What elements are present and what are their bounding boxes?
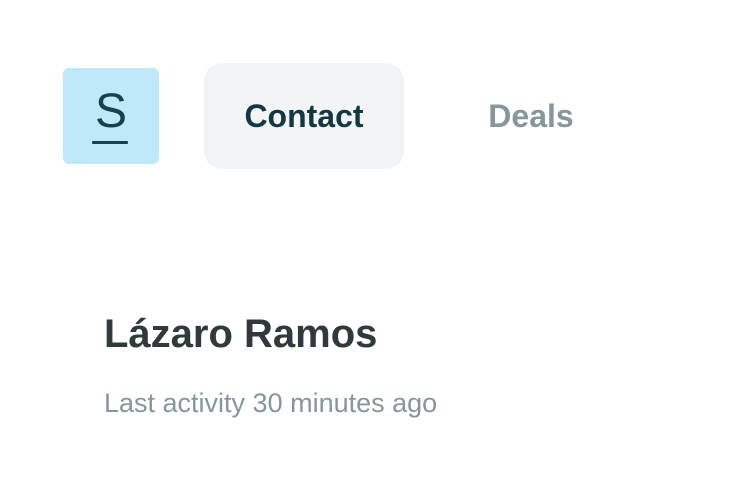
panel-header: S Contact Deals xyxy=(63,63,703,169)
logo-underline xyxy=(92,141,128,144)
tab-contact-label: Contact xyxy=(244,97,364,134)
last-activity-text: Last activity 30 minutes ago xyxy=(104,388,438,418)
tab-deals[interactable]: Deals xyxy=(443,63,619,169)
contact-name: Lázaro Ramos xyxy=(104,312,378,356)
tab-deals-label: Deals xyxy=(488,97,574,134)
contact-panel: S Contact Deals Lázaro Ramos Last activi… xyxy=(0,0,750,490)
tab-contact[interactable]: Contact xyxy=(204,63,404,169)
logo-letter: S xyxy=(94,85,127,138)
app-logo: S xyxy=(63,68,159,164)
